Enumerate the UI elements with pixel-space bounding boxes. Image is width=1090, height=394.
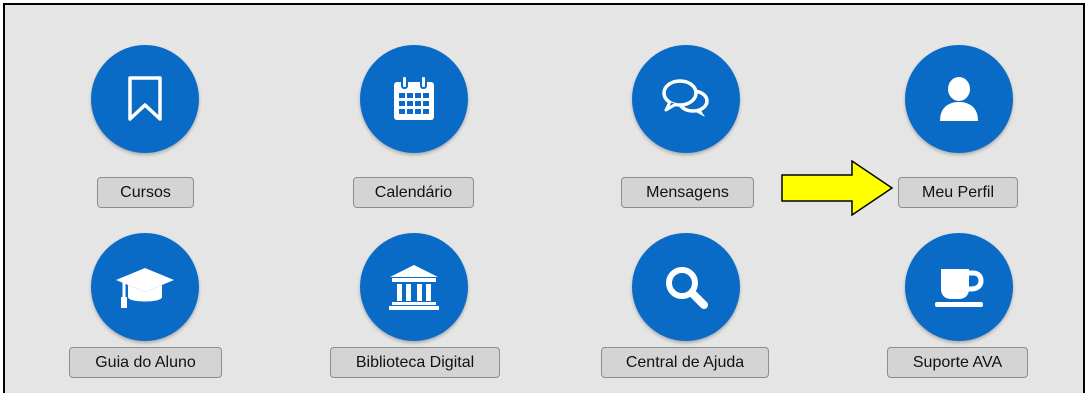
calendario-icon-button[interactable] (360, 45, 468, 153)
user-icon (940, 77, 978, 121)
guia-do-aluno-button[interactable]: Guia do Aluno (69, 347, 222, 378)
suporte-ava-icon-button[interactable] (905, 233, 1013, 341)
mensagens-button[interactable]: Mensagens (621, 177, 754, 208)
coffee-cup-icon (935, 269, 984, 307)
calendario-button[interactable]: Calendário (353, 177, 474, 208)
graduation-cap-icon (116, 268, 174, 308)
cursos-button[interactable]: Cursos (97, 177, 194, 208)
yellow-pointer-arrow-icon (781, 159, 894, 217)
meu-perfil-button[interactable]: Meu Perfil (898, 177, 1018, 208)
biblioteca-digital-icon-button[interactable] (360, 233, 468, 341)
search-icon (666, 267, 708, 309)
biblioteca-digital-button[interactable]: Biblioteca Digital (330, 347, 500, 378)
central-de-ajuda-button[interactable]: Central de Ajuda (601, 347, 769, 378)
guia-do-aluno-icon-button[interactable] (91, 233, 199, 341)
chat-bubbles-icon (662, 79, 709, 117)
central-de-ajuda-icon-button[interactable] (632, 233, 740, 341)
calendar-icon (394, 75, 434, 120)
suporte-ava-button[interactable]: Suporte AVA (887, 347, 1028, 378)
cursos-icon-button[interactable] (91, 45, 199, 153)
bookmark-icon (128, 76, 162, 121)
mensagens-icon-button[interactable] (632, 45, 740, 153)
dashboard-panel: Cursos Calendário Mensagens Meu Perfil G… (3, 3, 1085, 393)
meu-perfil-icon-button[interactable] (905, 45, 1013, 153)
library-icon (389, 265, 439, 310)
